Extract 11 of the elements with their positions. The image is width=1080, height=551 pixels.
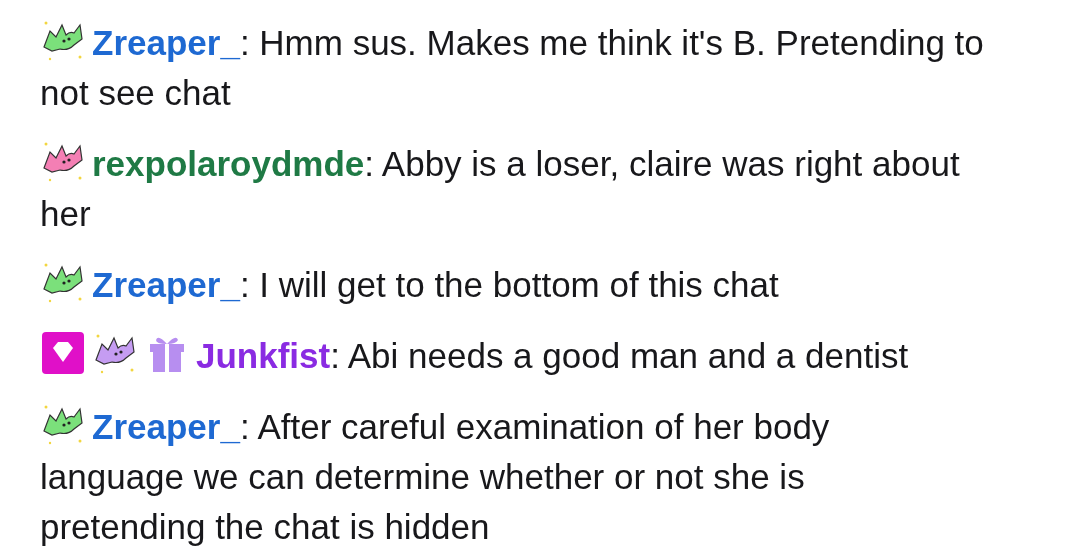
username[interactable]: Junkfist [196, 336, 331, 375]
username[interactable]: Zreaper_ [92, 23, 240, 62]
message-text: pretending the chat is hidden [40, 507, 490, 546]
message-text: her [40, 194, 91, 233]
username[interactable]: Zreaper_ [92, 265, 240, 304]
username[interactable]: rexpolaroydmde [92, 144, 365, 183]
message-text: language we can determine whether or not she is [40, 457, 805, 496]
username[interactable]: Zreaper_ [92, 407, 240, 446]
message-text: : Abi needs a good man and a dentist [330, 336, 909, 375]
message-text: : Abby is a loser, claire was right about [364, 144, 960, 183]
message-text: not see chat [40, 73, 231, 112]
